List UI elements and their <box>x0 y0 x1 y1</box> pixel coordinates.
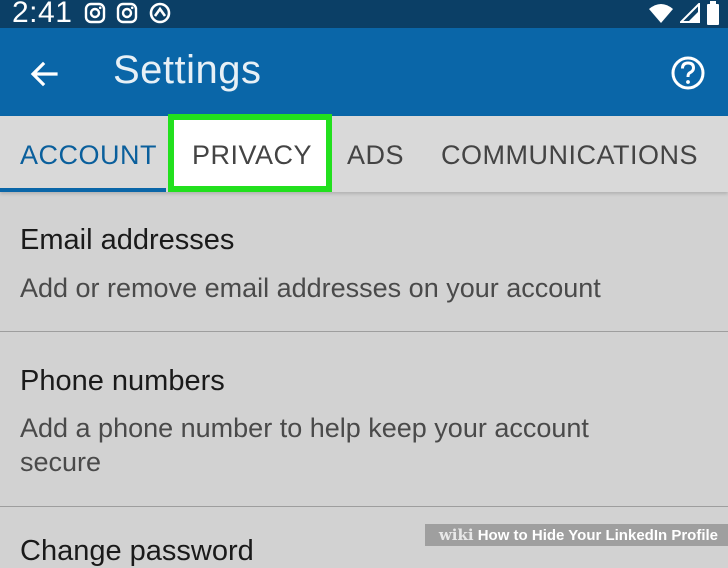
instagram-icon <box>84 2 106 24</box>
status-bar: 2:41 <box>0 0 728 29</box>
tab-account[interactable]: ACCOUNT <box>20 140 157 171</box>
system-icons <box>648 0 720 26</box>
tab-communications[interactable]: COMMUNICATIONS <box>441 140 698 171</box>
setting-description: Add a phone number to help keep your acc… <box>20 413 589 477</box>
help-icon <box>671 56 705 90</box>
list-item-email[interactable]: Email addresses Add or remove email addr… <box>0 192 728 332</box>
notification-icons <box>84 0 172 26</box>
setting-title: Email addresses <box>20 224 235 256</box>
settings-list: Email addresses Add or remove email addr… <box>0 192 728 567</box>
list-item-phone[interactable]: Phone numbers Add a phone number to help… <box>0 332 728 507</box>
tab-bar: ACCOUNT ADS COMMUNICATIONS <box>0 116 728 192</box>
tab-privacy-highlight[interactable]: PRIVACY <box>168 114 332 192</box>
setting-title: Change password <box>20 535 254 567</box>
watermark-brand: wiki <box>438 526 474 544</box>
signal-icon <box>680 3 700 23</box>
wifi-icon <box>649 4 673 23</box>
watermark: wiki How to Hide Your LinkedIn Profile <box>424 524 728 546</box>
app-bar: Settings <box>0 28 728 116</box>
sync-icon <box>149 2 171 24</box>
tab-privacy[interactable]: PRIVACY <box>192 140 312 171</box>
page-title: Settings <box>113 48 262 92</box>
tab-ads[interactable]: ADS <box>347 140 404 171</box>
battery-icon <box>707 1 719 25</box>
back-arrow-icon <box>30 61 58 87</box>
setting-title: Phone numbers <box>20 365 225 397</box>
status-time: 2:41 <box>12 0 73 29</box>
watermark-text: How to Hide Your LinkedIn Profile <box>477 527 718 544</box>
setting-description: Add or remove email addresses on your ac… <box>20 273 601 303</box>
help-button[interactable] <box>668 53 708 93</box>
back-button[interactable] <box>26 54 66 94</box>
instagram-icon <box>116 2 138 24</box>
